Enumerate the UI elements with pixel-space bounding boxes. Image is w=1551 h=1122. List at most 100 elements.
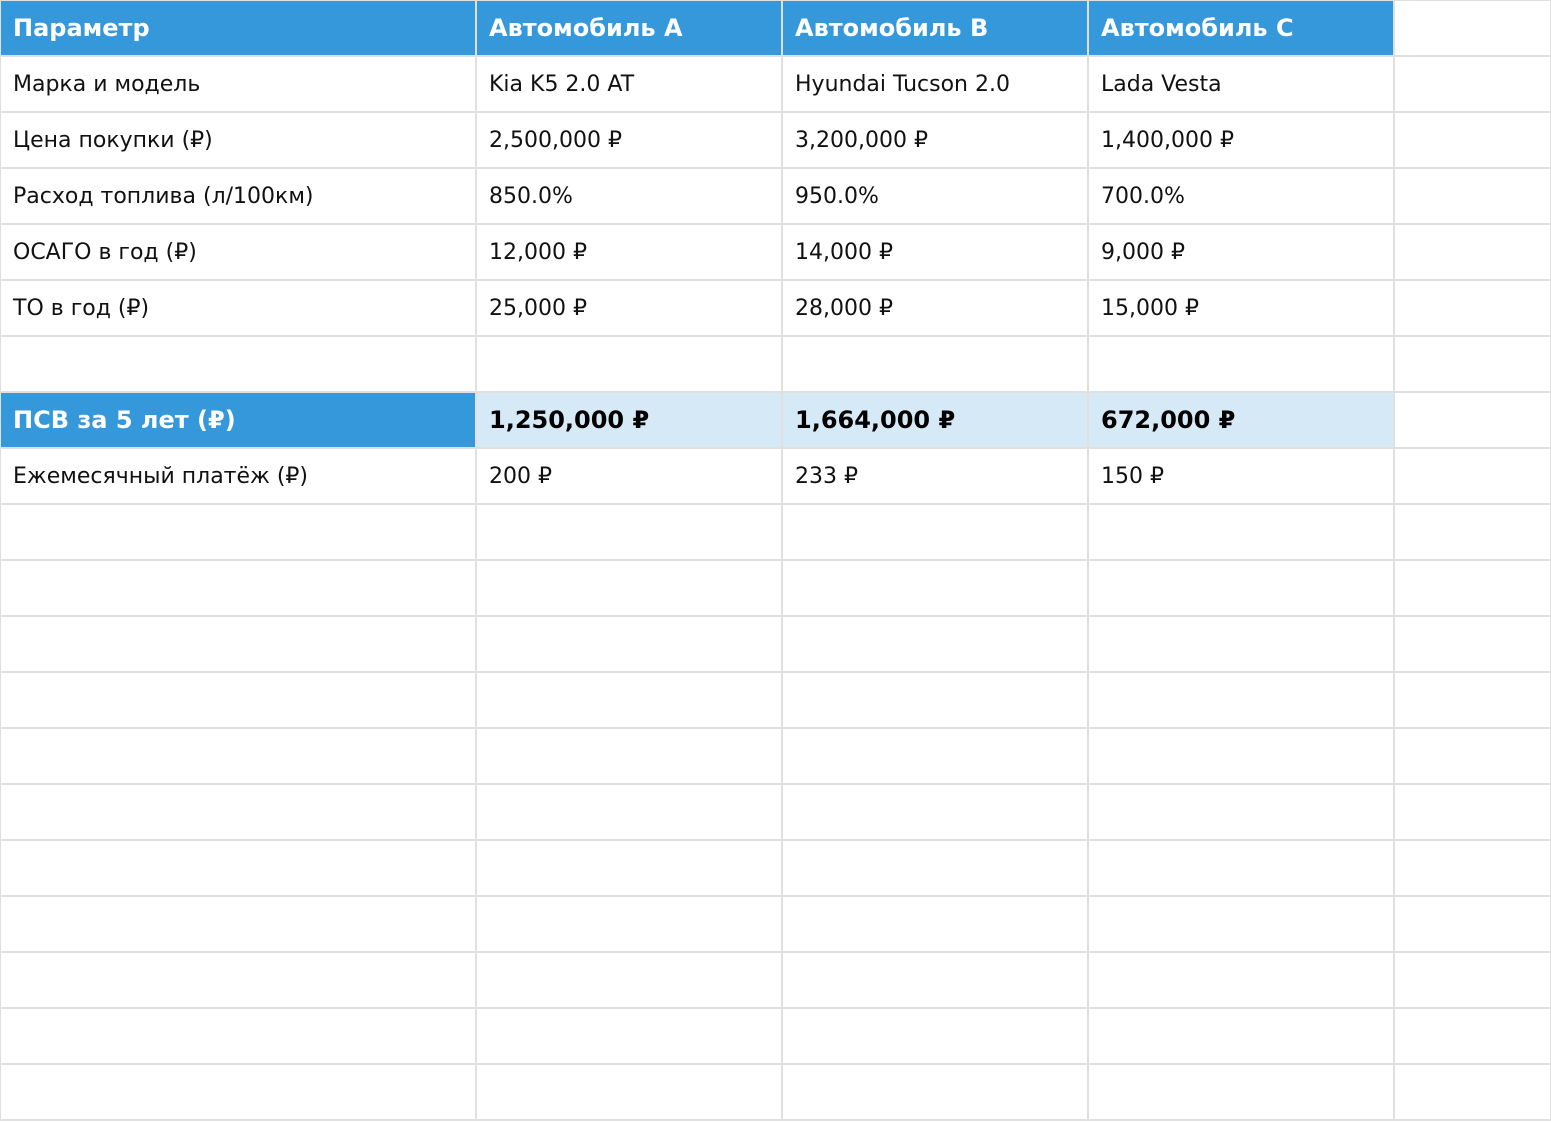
table-cell[interactable] <box>477 897 783 953</box>
table-cell[interactable] <box>477 785 783 841</box>
table-cell[interactable] <box>783 505 1089 561</box>
table-cell[interactable] <box>1089 505 1395 561</box>
table-cell[interactable] <box>477 1009 783 1065</box>
table-cell[interactable] <box>1089 729 1395 785</box>
table-cell[interactable] <box>1 617 477 673</box>
table-cell[interactable] <box>783 1009 1089 1065</box>
table-cell[interactable]: Hyundai Tucson 2.0 <box>783 57 1089 113</box>
table-cell[interactable] <box>1395 841 1551 897</box>
table-cell[interactable] <box>1 729 477 785</box>
table-cell[interactable] <box>1089 841 1395 897</box>
table-cell[interactable] <box>1 1065 477 1121</box>
table-cell[interactable] <box>1395 673 1551 729</box>
table-cell[interactable] <box>1395 449 1551 505</box>
table-cell[interactable] <box>1 673 477 729</box>
table-cell[interactable] <box>1089 617 1395 673</box>
table-cell[interactable]: Марка и модель <box>1 57 477 113</box>
table-cell[interactable] <box>1395 281 1551 337</box>
table-cell[interactable]: Ежемесячный платёж (₽) <box>1 449 477 505</box>
table-cell[interactable]: 14,000 ₽ <box>783 225 1089 281</box>
table-cell[interactable] <box>1 337 477 393</box>
table-cell[interactable]: 200 ₽ <box>477 449 783 505</box>
table-cell[interactable]: Lada Vesta <box>1089 57 1395 113</box>
header-cell[interactable]: Автомобиль A <box>477 1 783 57</box>
table-cell[interactable] <box>783 617 1089 673</box>
table-cell[interactable] <box>1089 337 1395 393</box>
table-cell[interactable]: 850.0% <box>477 169 783 225</box>
table-cell[interactable]: 3,200,000 ₽ <box>783 113 1089 169</box>
header-cell[interactable]: Автомобиль B <box>783 1 1089 57</box>
table-cell[interactable] <box>1395 57 1551 113</box>
total-row-cell[interactable]: 1,664,000 ₽ <box>783 393 1089 449</box>
table-cell[interactable] <box>477 505 783 561</box>
header-cell[interactable] <box>1395 1 1551 57</box>
table-cell[interactable] <box>1089 897 1395 953</box>
table-cell[interactable] <box>1 953 477 1009</box>
table-cell[interactable] <box>783 953 1089 1009</box>
table-cell[interactable] <box>1395 897 1551 953</box>
table-cell[interactable] <box>1 841 477 897</box>
table-cell[interactable] <box>1395 953 1551 1009</box>
table-cell[interactable] <box>1089 953 1395 1009</box>
total-row-cell[interactable] <box>1395 393 1551 449</box>
total-row-cell[interactable]: 672,000 ₽ <box>1089 393 1395 449</box>
table-cell[interactable]: Kia K5 2.0 AT <box>477 57 783 113</box>
table-cell[interactable] <box>1 785 477 841</box>
table-cell[interactable] <box>783 673 1089 729</box>
table-cell[interactable] <box>1089 1065 1395 1121</box>
table-cell[interactable]: 28,000 ₽ <box>783 281 1089 337</box>
table-cell[interactable] <box>1395 169 1551 225</box>
table-cell[interactable] <box>477 617 783 673</box>
table-cell[interactable] <box>783 897 1089 953</box>
table-cell[interactable] <box>1 897 477 953</box>
table-cell[interactable] <box>477 953 783 1009</box>
table-cell[interactable]: 12,000 ₽ <box>477 225 783 281</box>
table-cell[interactable] <box>477 337 783 393</box>
table-cell[interactable]: 700.0% <box>1089 169 1395 225</box>
table-cell[interactable] <box>783 729 1089 785</box>
table-cell[interactable]: ТО в год (₽) <box>1 281 477 337</box>
table-cell[interactable]: 233 ₽ <box>783 449 1089 505</box>
table-cell[interactable] <box>1 1009 477 1065</box>
table-cell[interactable]: Расход топлива (л/100км) <box>1 169 477 225</box>
header-cell[interactable]: Автомобиль C <box>1089 1 1395 57</box>
table-cell[interactable] <box>1395 1009 1551 1065</box>
table-cell[interactable] <box>1089 1009 1395 1065</box>
table-cell[interactable] <box>1089 561 1395 617</box>
table-cell[interactable] <box>477 1065 783 1121</box>
table-cell[interactable] <box>1395 225 1551 281</box>
table-cell[interactable]: Цена покупки (₽) <box>1 113 477 169</box>
table-cell[interactable] <box>477 729 783 785</box>
table-cell[interactable] <box>477 561 783 617</box>
table-cell[interactable] <box>783 337 1089 393</box>
table-cell[interactable]: 950.0% <box>783 169 1089 225</box>
table-cell[interactable] <box>477 673 783 729</box>
table-cell[interactable] <box>1395 729 1551 785</box>
table-cell[interactable] <box>783 841 1089 897</box>
table-cell[interactable]: 9,000 ₽ <box>1089 225 1395 281</box>
table-cell[interactable] <box>1089 785 1395 841</box>
table-cell[interactable]: 2,500,000 ₽ <box>477 113 783 169</box>
table-cell[interactable] <box>1 505 477 561</box>
table-cell[interactable]: 25,000 ₽ <box>477 281 783 337</box>
table-cell[interactable] <box>477 841 783 897</box>
total-row-cell[interactable]: 1,250,000 ₽ <box>477 393 783 449</box>
table-cell[interactable] <box>1 561 477 617</box>
table-cell[interactable]: 1,400,000 ₽ <box>1089 113 1395 169</box>
table-cell[interactable] <box>783 1065 1089 1121</box>
table-cell[interactable]: 150 ₽ <box>1089 449 1395 505</box>
table-cell[interactable] <box>1395 1065 1551 1121</box>
table-cell[interactable] <box>1395 561 1551 617</box>
table-cell[interactable] <box>783 785 1089 841</box>
table-cell[interactable]: ОСАГО в год (₽) <box>1 225 477 281</box>
table-cell[interactable] <box>1395 617 1551 673</box>
header-cell[interactable]: Параметр <box>1 1 477 57</box>
table-cell[interactable] <box>1395 505 1551 561</box>
table-cell[interactable] <box>1395 113 1551 169</box>
table-cell[interactable] <box>1089 673 1395 729</box>
total-row-cell[interactable]: ПСВ за 5 лет (₽) <box>1 393 477 449</box>
table-cell[interactable] <box>1395 785 1551 841</box>
table-cell[interactable] <box>783 561 1089 617</box>
table-cell[interactable] <box>1395 337 1551 393</box>
table-cell[interactable]: 15,000 ₽ <box>1089 281 1395 337</box>
